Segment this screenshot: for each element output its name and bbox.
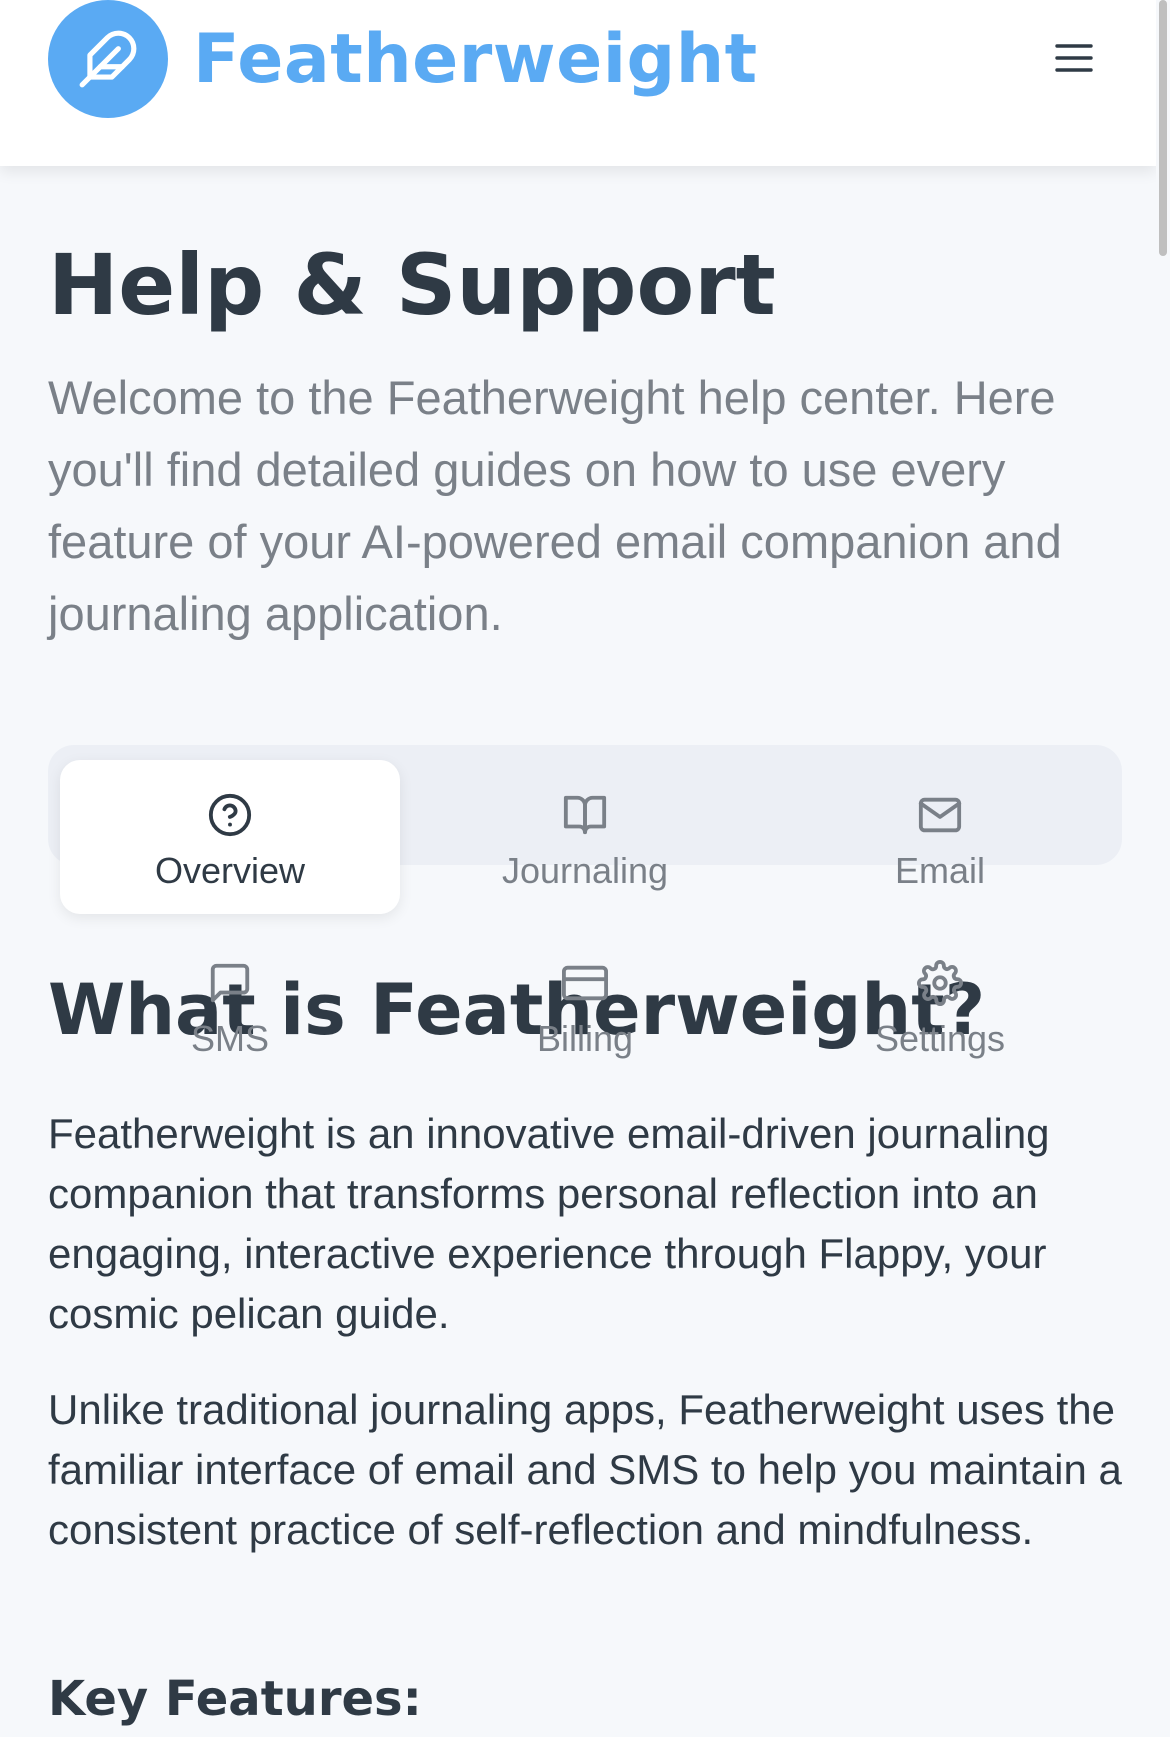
mail-icon — [916, 790, 964, 840]
tab-email[interactable]: Email — [770, 760, 1110, 914]
tab-billing[interactable]: Billing — [415, 928, 755, 1082]
top-navbar: Featherweight — [0, 0, 1156, 166]
help-page: Featherweight Help & Support Welcome to … — [0, 0, 1170, 1737]
tab-label: Settings — [874, 1018, 1006, 1059]
brand-name[interactable]: Featherweight — [193, 20, 758, 100]
tab-journaling[interactable]: Journaling — [415, 760, 755, 914]
tab-label: Overview — [154, 850, 306, 891]
tab-label: Email — [894, 850, 986, 891]
feather-icon[interactable] — [48, 0, 168, 118]
tab-label: Journaling — [501, 850, 669, 891]
tab-sms[interactable]: SMS — [60, 928, 400, 1082]
scrollbar-thumb[interactable] — [1159, 0, 1167, 256]
page-title: Help & Support — [48, 236, 776, 334]
credit-card-icon — [561, 958, 609, 1008]
message-square-icon — [207, 958, 253, 1008]
scrollbar-track[interactable] — [1156, 0, 1170, 1737]
hamburger-menu-icon[interactable] — [1048, 36, 1100, 80]
gear-icon — [917, 958, 963, 1008]
tab-label: Billing — [536, 1018, 634, 1059]
key-features-heading: Key Features: — [48, 1671, 422, 1727]
section-paragraph: Featherweight is an innovative email-dri… — [48, 1110, 1050, 1337]
tab-settings[interactable]: Settings — [770, 928, 1110, 1082]
tab-overview[interactable]: Overview — [60, 760, 400, 914]
tab-label: SMS — [190, 1018, 269, 1059]
section-paragraph: Unlike traditional journaling apps, Feat… — [48, 1386, 1122, 1553]
intro-text: Welcome to the Featherweight help center… — [48, 371, 1062, 640]
book-open-icon — [561, 790, 609, 840]
question-circle-icon — [207, 790, 253, 840]
